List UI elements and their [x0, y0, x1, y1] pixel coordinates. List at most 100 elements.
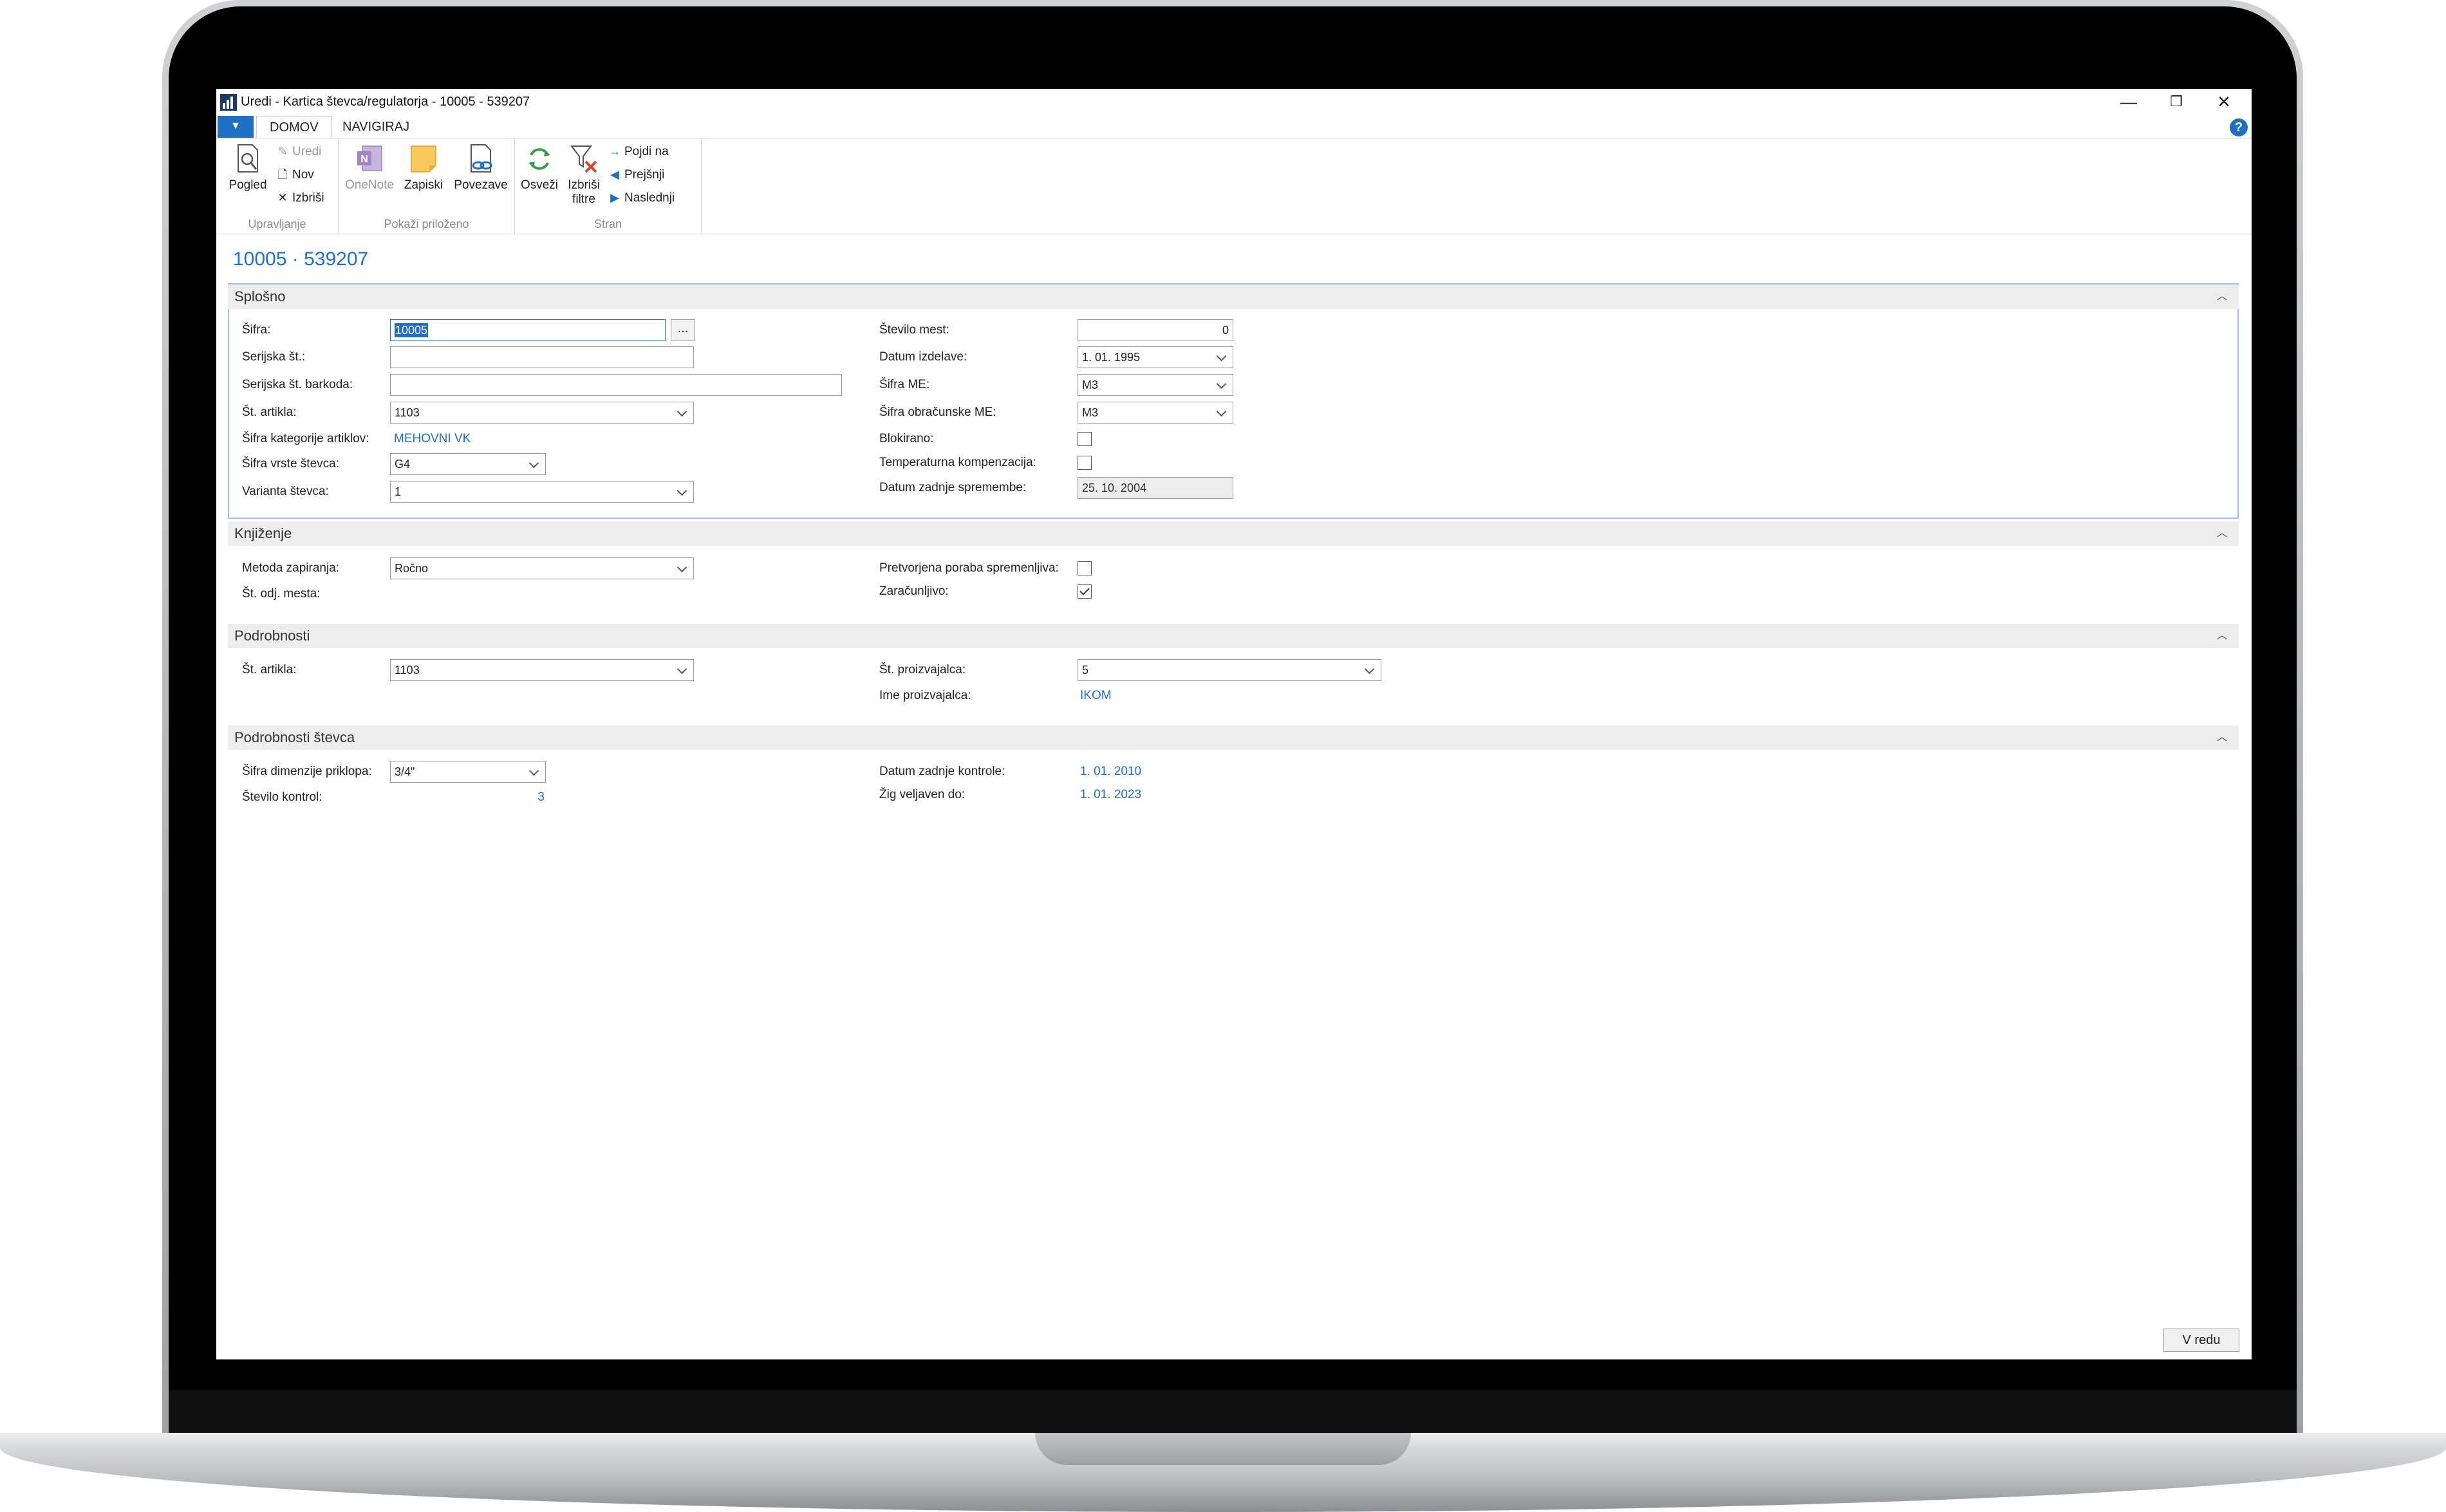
- serijska-st-input[interactable]: [390, 346, 694, 368]
- onenote-button-label: OneNote: [344, 178, 395, 192]
- stevilo-mest-label: Število mest:: [879, 323, 949, 337]
- laptop-bezel-bottom: [169, 1390, 2297, 1434]
- clear-filter-icon: [570, 145, 597, 173]
- ribbon-group-upravljanje: Pogled ✎ Uredi 🗋 Nov ✕ Izbriši Upravljanje: [216, 138, 339, 235]
- previous-icon: ◀: [610, 168, 619, 181]
- minimize-icon: —: [2120, 92, 2137, 111]
- clear-filter-button[interactable]: Izbriši filtre: [563, 142, 605, 207]
- tab-domov[interactable]: DOMOV: [256, 116, 332, 138]
- app-window: Uredi - Kartica števca/regulatorja - 100…: [216, 89, 2252, 1359]
- datum-zadnje-kontrole-link[interactable]: 1. 01. 2010: [1080, 761, 1141, 783]
- sifra-kategorije-link[interactable]: MEHOVNI VK: [394, 428, 471, 450]
- serijska-barkoda-label: Serijska št. barkoda:: [242, 378, 353, 391]
- onenote-button[interactable]: N OneNote: [344, 142, 395, 192]
- ribbon-group-label: Upravljanje: [248, 218, 306, 230]
- blokirano-checkbox[interactable]: [1078, 432, 1092, 446]
- section-splosno-header[interactable]: Splošno ︿: [228, 285, 2239, 309]
- datum-izdelave-select[interactable]: 1. 01. 1995: [1078, 346, 1233, 368]
- sifra-kategorije-label: Šifra kategorije artiklov:: [242, 432, 369, 445]
- collapse-icon: ︿: [2216, 291, 2227, 302]
- page-title: 10005 · 539207: [233, 248, 369, 270]
- sifra-me-label: Šifra ME:: [879, 378, 930, 391]
- refresh-button[interactable]: Osveži: [519, 142, 560, 192]
- zig-veljaven-link[interactable]: 1. 01. 2023: [1080, 784, 1141, 806]
- stevilo-mest-input[interactable]: 0: [1078, 319, 1233, 341]
- ribbon-group-stran: Osveži Izbriši filtre → Pojdi na ◀ Prejšnj…: [515, 138, 702, 235]
- varianta-label: Varianta števca:: [242, 485, 329, 498]
- temperaturna-checkbox[interactable]: [1078, 456, 1092, 470]
- datum-zadnje-spremembe-value: 25. 10. 2004: [1078, 477, 1233, 499]
- app-icon: [220, 94, 237, 111]
- ribbon-group-pokazi-prilozeno: N OneNote Zapiski Povezave Pokaži prilož…: [339, 138, 515, 235]
- pencil-icon: ✎: [277, 145, 288, 158]
- varianta-select[interactable]: 1: [390, 481, 694, 503]
- close-icon: ✕: [2217, 92, 2231, 111]
- minimize-button[interactable]: —: [2105, 89, 2152, 115]
- ok-button[interactable]: V redu: [2163, 1329, 2239, 1352]
- links-button[interactable]: Povezave: [452, 142, 510, 192]
- refresh-icon: [528, 148, 550, 170]
- view-button[interactable]: Pogled: [225, 142, 270, 192]
- tab-navigiraj[interactable]: NAVIGIRAJ: [330, 116, 422, 138]
- serijska-st-label: Serijska št.:: [242, 350, 306, 364]
- note-icon: [411, 145, 436, 173]
- restore-button[interactable]: ❐: [2152, 89, 2200, 115]
- sifra-lookup-button[interactable]: ...: [671, 319, 695, 341]
- serijska-barkoda-input[interactable]: [390, 374, 842, 396]
- zaracunljivo-checkbox[interactable]: [1078, 584, 1092, 599]
- help-icon[interactable]: ?: [2230, 118, 2248, 136]
- sifra-dimenzije-label: Šifra dimenzije priklopa:: [242, 765, 372, 778]
- new-button[interactable]: 🗋 Nov: [275, 164, 314, 185]
- section-title: Knjiženje: [234, 525, 292, 541]
- restore-icon: ❐: [2170, 93, 2183, 109]
- edit-button[interactable]: ✎ Uredi: [275, 141, 321, 162]
- view-icon: [238, 144, 258, 173]
- title-bar: Uredi - Kartica števca/regulatorja - 100…: [216, 89, 2252, 115]
- go-to-button[interactable]: → Pojdi na: [608, 141, 669, 162]
- section-title: Podrobnosti: [234, 628, 310, 644]
- ime-proizvajalca-label: Ime proizvajalca:: [879, 689, 971, 702]
- next-button[interactable]: ▶ Naslednji: [608, 187, 675, 208]
- st-artikla-select[interactable]: 1103: [390, 402, 694, 424]
- podrobnosti-st-artikla-label: Št. artikla:: [242, 663, 297, 677]
- metoda-zapiranja-select[interactable]: Ročno: [390, 557, 694, 579]
- edit-button-label: Uredi: [292, 145, 322, 158]
- datum-zadnje-spremembe-label: Datum zadnje spremembe:: [879, 481, 1027, 494]
- podrobnosti-st-artikla-select[interactable]: 1103: [390, 659, 694, 681]
- stevilo-kontrol-link[interactable]: 3: [512, 787, 545, 808]
- sifra-dimenzije-select[interactable]: 3/4": [390, 761, 546, 783]
- st-proizvajalca-label: Št. proizvajalca:: [879, 663, 966, 677]
- blokirano-label: Blokirano:: [879, 432, 934, 445]
- svg-text:N: N: [360, 154, 368, 165]
- close-button[interactable]: ✕: [2200, 89, 2248, 115]
- section-podrobnosti-stevca-header[interactable]: Podrobnosti števca ︿: [228, 725, 2239, 750]
- next-icon: ▶: [610, 191, 619, 204]
- ribbon-group-label: Pokaži priloženo: [384, 218, 469, 230]
- notes-button[interactable]: Zapiski: [398, 142, 449, 192]
- file-menu-button[interactable]: ▼: [218, 116, 254, 138]
- chevron-down-icon: ▼: [230, 120, 241, 131]
- stevilo-kontrol-label: Število kontrol:: [242, 790, 322, 804]
- section-title: Podrobnosti števca: [234, 729, 355, 745]
- section-podrobnosti-header[interactable]: Podrobnosti ︿: [228, 624, 2239, 648]
- previous-button[interactable]: ◀ Prejšnji: [608, 164, 664, 185]
- ribbon-group-label: Stran: [593, 218, 622, 230]
- go-to-button-label: Pojdi na: [624, 145, 669, 158]
- previous-button-label: Prejšnji: [624, 168, 665, 182]
- datum-izdelave-label: Datum izdelave:: [879, 350, 967, 364]
- clear-filter-button-label: Izbriši filtre: [568, 178, 600, 206]
- section-title: Splošno: [234, 288, 286, 304]
- sifra-me-select[interactable]: M3: [1078, 374, 1233, 396]
- st-proizvajalca-select[interactable]: 5: [1078, 659, 1381, 681]
- pretvorjena-poraba-checkbox[interactable]: [1078, 561, 1092, 575]
- sifra-input[interactable]: 10005: [390, 319, 666, 341]
- sifra-vrste-select[interactable]: G4: [390, 453, 546, 475]
- delete-button[interactable]: ✕ Izbriši: [275, 187, 324, 208]
- next-button-label: Naslednji: [624, 191, 675, 205]
- section-knjizenje-header[interactable]: Knjiženje ︿: [228, 521, 2239, 546]
- sifra-obracunske-me-select[interactable]: M3: [1078, 402, 1233, 424]
- st-odj-mesta-label: Št. odj. mesta:: [242, 587, 321, 601]
- ime-proizvajalca-link[interactable]: IKOM: [1080, 685, 1112, 707]
- collapse-icon: ︿: [2216, 732, 2227, 743]
- view-button-label: Pogled: [229, 178, 267, 192]
